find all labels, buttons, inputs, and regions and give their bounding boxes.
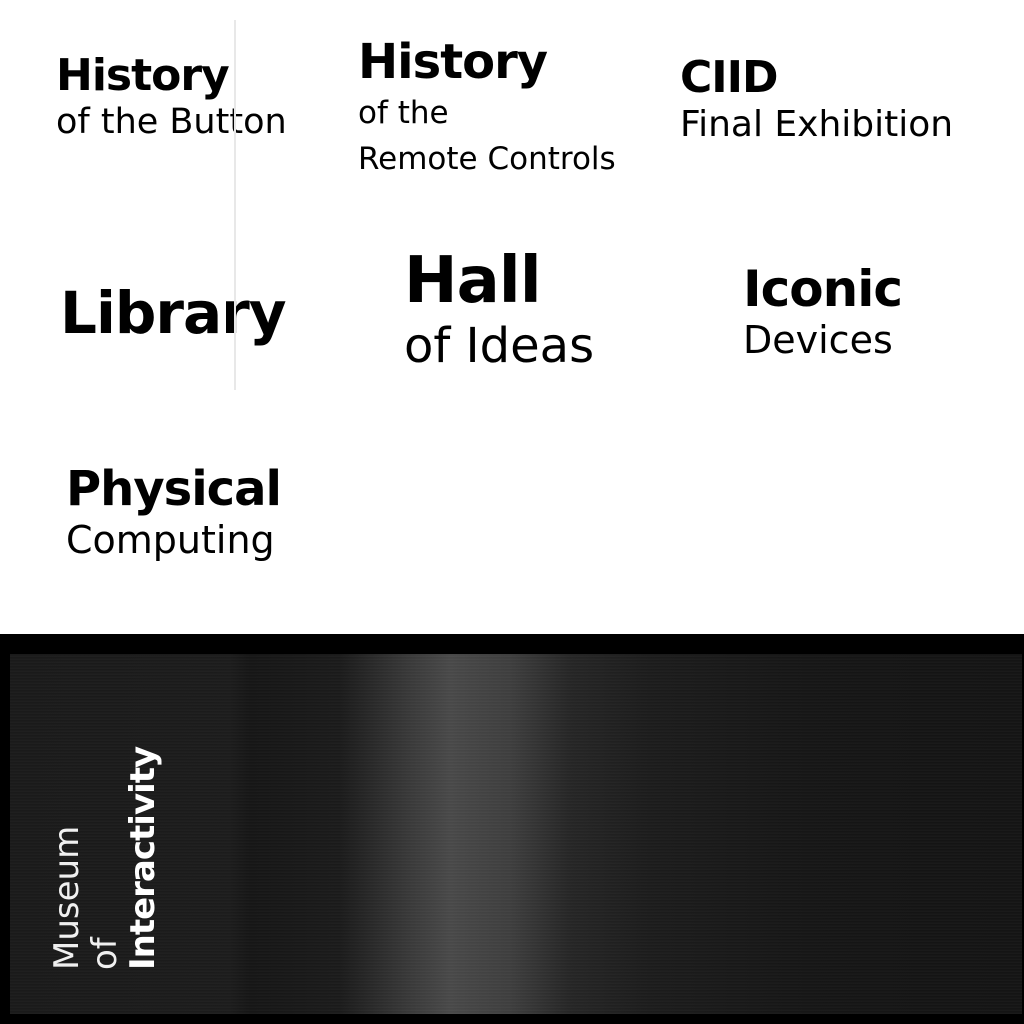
vertical-divider [234,20,236,390]
exhibit-subtitle: Computing [66,518,275,562]
exhibit-subtitle-line1: of the [358,95,449,131]
logo-line-museum: Museum [47,825,87,970]
exhibit-title: CIID [680,52,779,103]
exhibit-title: History [358,34,548,90]
exhibit-iconic-devices[interactable]: Iconic Devices [743,260,903,362]
exhibit-physical-computing[interactable]: Physical Computing [66,460,282,562]
exhibit-subtitle: of the Button [56,102,287,142]
museum-logo-text: Museum of Interactivity [47,746,163,970]
museum-logo[interactable]: Museum of Interactivity [47,746,248,970]
exhibit-subtitle: of Ideas [404,318,595,374]
exhibit-history-of-the-remote-controls[interactable]: History of the Remote Controls [358,34,616,182]
exhibit-title: Physical [66,461,282,517]
exhibit-library[interactable]: Library [60,278,287,348]
exhibit-subtitle: Final Exhibition [680,104,954,145]
logo-line-interactivity: Interactivity [123,746,163,970]
exhibit-title: Library [60,279,287,347]
exhibit-subtitle-line2: Remote Controls [358,141,616,177]
exhibit-ciid-final-exhibition[interactable]: CIID Final Exhibition [680,52,953,146]
exhibit-title: History [56,50,230,101]
exhibit-hall-of-ideas[interactable]: Hall of Ideas [404,244,594,374]
exhibit-title: Hall [404,244,542,318]
exhibit-subtitle: Devices [743,318,893,362]
exhibit-history-of-the-button[interactable]: History of the Button [56,50,287,142]
logo-line-of: of [85,937,125,970]
exhibit-title: Iconic [743,260,903,318]
